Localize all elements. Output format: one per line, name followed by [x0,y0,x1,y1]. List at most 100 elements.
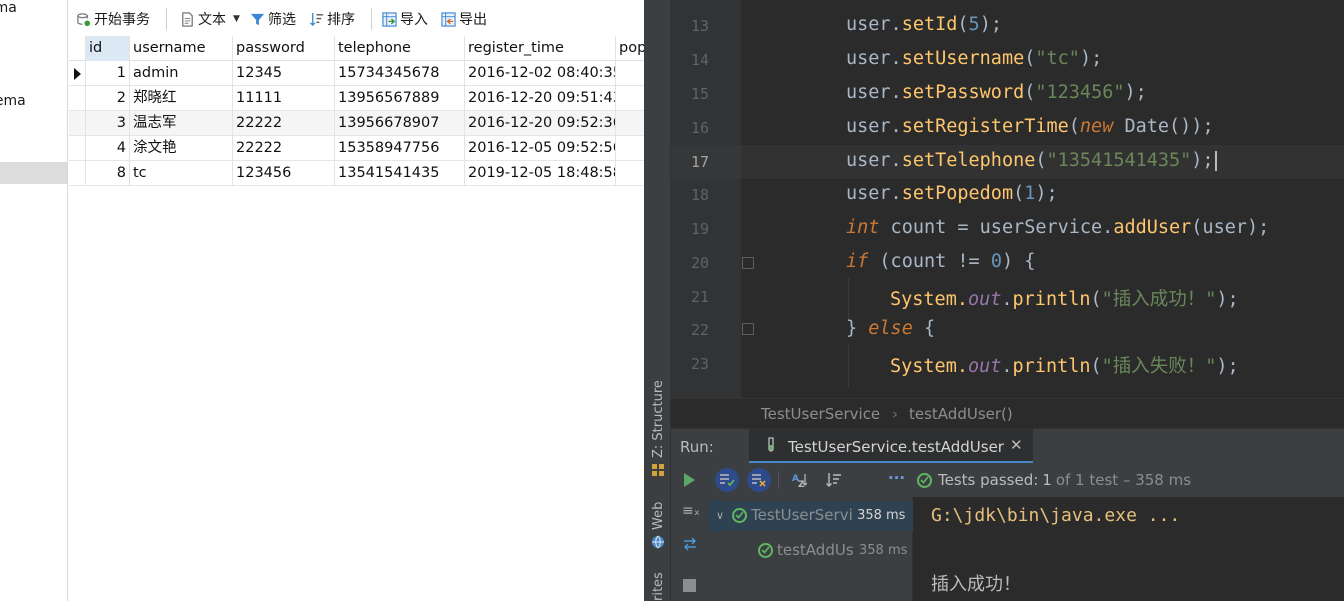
favorites-tool-tab[interactable]: rites [651,572,666,601]
import-label: 导入 [400,12,428,28]
cell-popedom[interactable] [616,61,644,86]
wrap-lines-icon[interactable]: ≡ₓ [682,503,700,519]
cell-username[interactable]: 温志军 [130,111,233,136]
tree-node-method[interactable]: testAddUs 358 ms [758,541,907,559]
cell-telephone[interactable]: 13956567889 [335,86,465,111]
grid-toolbar: 开始事务 文本 ▼ 筛选 排序 导入 导出 [69,0,644,36]
tree-item-schema-2[interactable]: nema [0,93,26,109]
cell-username[interactable]: 涂文艳 [130,136,233,161]
cell-id[interactable]: 4 [86,136,130,161]
fold-marker-icon[interactable] [742,257,754,269]
filter-button[interactable]: 筛选 [250,9,296,29]
code-token: user. [846,14,902,35]
cell-password[interactable]: 123456 [233,161,335,186]
check-circle-icon [732,507,748,523]
tree-item-schema-1[interactable]: ema [0,0,17,16]
console-output[interactable]: G:\jdk\bin\java.exe ... 插入成功！ [913,497,1344,601]
code-line[interactable]: user.setRegisterTime(new Date()); [846,116,1214,137]
code-line[interactable]: System.out.println("插入失败！"); [890,352,1239,378]
structure-tool-tab[interactable]: Z: Structure [651,380,666,458]
cell-register-time[interactable]: 2016-12-02 08:40:35 [465,61,616,86]
cell-popedom[interactable] [616,111,644,136]
text-view-button[interactable]: 文本 ▼ [180,9,240,29]
breadcrumb-class[interactable]: TestUserService [761,405,880,423]
code-line[interactable]: System.out.println("插入成功！"); [890,285,1239,311]
cell-register-time[interactable]: 2019-12-05 18:48:58 [465,161,616,186]
code-line[interactable]: user.setPassword("123456"); [846,82,1147,103]
cell-id[interactable]: 8 [86,161,130,186]
row-indicator [69,161,86,186]
column-header-popedom[interactable]: pop [616,36,644,61]
indent-guide [848,278,849,320]
table-row[interactable]: 3 温志军 22222 13956678907 2016-12-20 09:52… [69,111,644,136]
code-token: println [1012,356,1091,377]
column-header-register-time[interactable]: register_time [465,36,616,61]
stop-icon[interactable] [683,579,696,592]
show-passed-toggle[interactable] [715,468,739,492]
cell-popedom[interactable] [616,136,644,161]
column-header-id[interactable]: id [86,36,130,61]
begin-transaction-button[interactable]: 开始事务 [76,9,150,29]
tree-node-class[interactable]: ∨ TestUserServi 358 ms [716,506,905,524]
code-token: setPassword [901,82,1025,103]
export-button[interactable]: 导出 [441,9,487,29]
code-line[interactable]: } else { [846,318,935,339]
cell-id[interactable]: 3 [86,111,130,136]
cell-username[interactable]: admin [130,61,233,86]
more-options-icon[interactable]: ··· [888,469,905,487]
cell-username[interactable]: tc [130,161,233,186]
cell-register-time[interactable]: 2016-12-05 09:52:56 [465,136,616,161]
code-token: ); [1079,48,1103,69]
code-line[interactable]: int count = userService.addUser(user); [846,217,1269,238]
sort-alphabetically-button[interactable]: AZ [788,468,812,492]
close-icon[interactable]: ✕ [1010,436,1023,454]
table-row[interactable]: 1 admin 12345 15734345678 2016-12-02 08:… [69,61,644,86]
object-tree-panel: ema nema [0,0,68,601]
tree-item-selected[interactable] [0,162,67,184]
code-line[interactable]: if (count != 0) { [846,251,1035,272]
line-number: 16 [690,119,709,137]
cell-password[interactable]: 12345 [233,61,335,86]
code-line[interactable]: user.setId(5); [846,14,1002,35]
code-line[interactable]: user.setUsername("tc"); [846,48,1102,69]
code-line[interactable]: user.setPopedom(1); [846,183,1058,204]
code-line-current[interactable]: user.setTelephone("13541541435"); [846,150,1217,171]
cell-id[interactable]: 1 [86,61,130,86]
text-caret [1214,151,1217,171]
cell-id[interactable]: 2 [86,86,130,111]
column-header-username[interactable]: username [130,36,233,61]
sort-icon [309,12,324,26]
cell-password[interactable]: 22222 [233,111,335,136]
table-row[interactable]: 2 郑晓红 11111 13956567889 2016-12-20 09:51… [69,86,644,111]
tests-passed-count: 1 [1042,471,1052,489]
show-ignored-toggle[interactable] [747,468,771,492]
cell-password[interactable]: 11111 [233,86,335,111]
column-header-telephone[interactable]: telephone [335,36,465,61]
cell-register-time[interactable]: 2016-12-20 09:51:43 [465,86,616,111]
cell-popedom[interactable] [616,161,644,186]
fold-marker-icon[interactable] [742,323,754,335]
cell-popedom[interactable] [616,86,644,111]
export-icon [441,11,456,27]
cell-telephone[interactable]: 15734345678 [335,61,465,86]
table-row[interactable]: 8 tc 123456 13541541435 2019-12-05 18:48… [69,161,644,186]
sort-button[interactable]: 排序 [309,9,355,29]
sort-by-duration-button[interactable] [822,468,846,492]
table-row[interactable]: 4 涂文艳 22222 15358947756 2016-12-05 09:52… [69,136,644,161]
rerun-button[interactable] [677,468,701,492]
table-data-view: 开始事务 文本 ▼ 筛选 排序 导入 导出 id username passwo… [69,0,644,601]
cell-username[interactable]: 郑晓红 [130,86,233,111]
code-token: . [1001,356,1013,377]
cell-telephone[interactable]: 13956678907 [335,111,465,136]
code-token: ); [979,14,1002,35]
run-config-tab[interactable]: TestUserService.testAddUser ✕ [749,429,1033,464]
cell-password[interactable]: 22222 [233,136,335,161]
swap-icon[interactable] [682,537,698,551]
import-button[interactable]: 导入 [382,9,428,29]
web-tool-tab[interactable]: Web [651,502,666,530]
cell-register-time[interactable]: 2016-12-20 09:52:36 [465,111,616,136]
cell-telephone[interactable]: 13541541435 [335,161,465,186]
cell-telephone[interactable]: 15358947756 [335,136,465,161]
breadcrumb-method[interactable]: testAddUser() [909,405,1013,423]
column-header-password[interactable]: password [233,36,335,61]
